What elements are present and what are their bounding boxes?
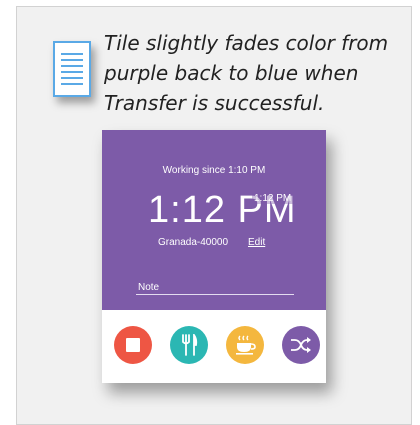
current-time-small: 1:12 PM [252, 193, 294, 204]
note-caption: Tile slightly fades color from purple ba… [104, 31, 389, 115]
shuffle-icon [291, 337, 311, 353]
break-button[interactable] [226, 326, 264, 364]
timeclock-tile: Working since 1:10 PM 1:12 PM 1:12 PM Gr… [102, 130, 326, 383]
tile-header: Working since 1:10 PM 1:12 PM 1:12 PM Gr… [102, 130, 326, 310]
note-input[interactable] [136, 280, 294, 295]
fork-knife-icon [182, 334, 198, 356]
meal-break-button[interactable] [170, 326, 208, 364]
transfer-button[interactable] [282, 326, 320, 364]
stop-button[interactable] [114, 326, 152, 364]
edit-link[interactable]: Edit [248, 237, 265, 248]
coffee-cup-icon [236, 335, 256, 355]
stop-icon [126, 338, 140, 352]
location-label: Granada-40000 [158, 237, 229, 248]
working-since-text: Working since 1:10 PM [162, 165, 266, 176]
document-icon [53, 41, 91, 97]
